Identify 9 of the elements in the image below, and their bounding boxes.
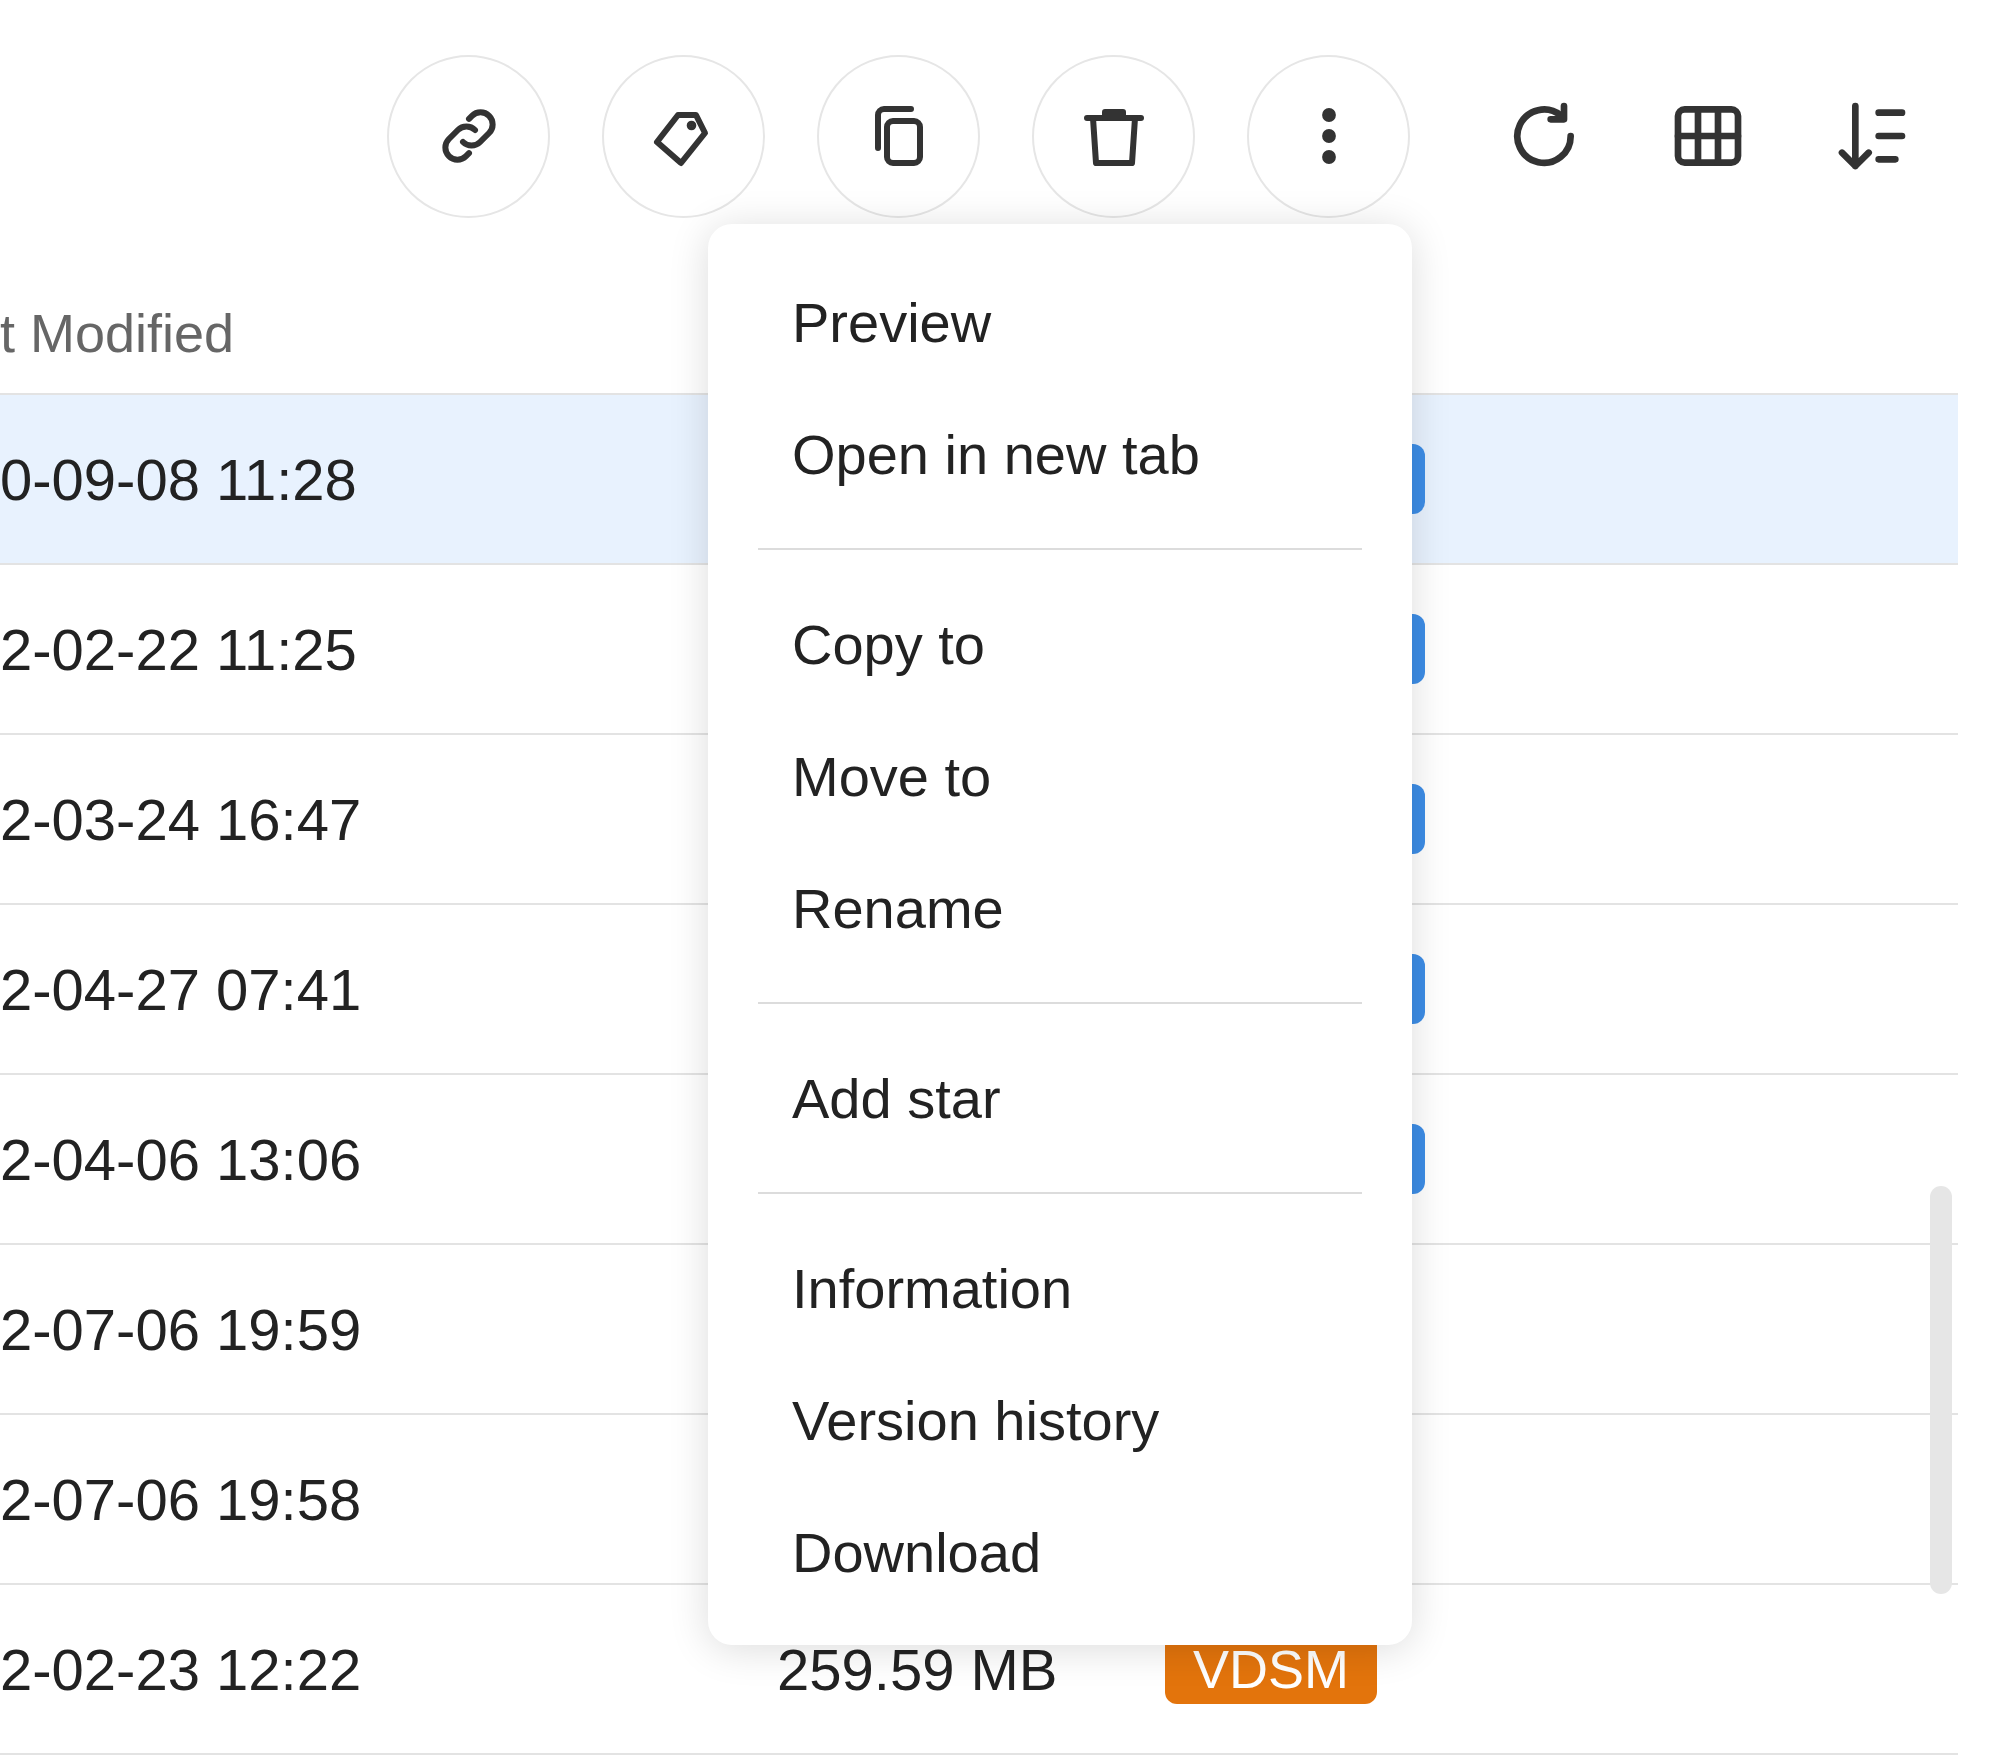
modified-date: 2-07-06 19:58 — [0, 1465, 363, 1533]
modified-date: 2-07-06 19:59 — [0, 1295, 363, 1363]
modified-date: 2-04-06 13:06 — [0, 1125, 363, 1193]
file-size: 259.59 MB — [777, 1635, 1059, 1703]
modified-date: 2-03-24 16:47 — [0, 785, 363, 853]
modified-date: 2-02-22 11:25 — [0, 615, 358, 683]
modified-date: 2-04-27 07:41 — [0, 955, 363, 1023]
modified-date: 2-02-23 12:22 — [0, 1635, 363, 1703]
modified-date: 0-09-08 11:28 — [0, 445, 358, 513]
